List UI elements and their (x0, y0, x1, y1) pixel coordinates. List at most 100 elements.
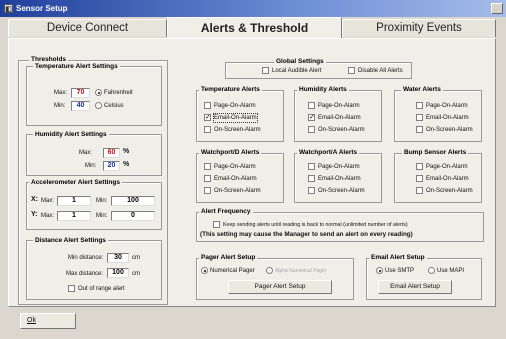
wpd-screen-checkbox[interactable] (204, 187, 211, 194)
ok-button[interactable]: Ok (20, 313, 76, 329)
accel-y-min-field[interactable]: 0 (111, 211, 155, 221)
temp-page-checkbox[interactable] (204, 102, 211, 109)
accel-y-min-label: Min: (96, 213, 108, 219)
bump-page-label: Page-On-Alarm (426, 164, 468, 170)
accel-x-max-label: Max: (41, 198, 55, 204)
smtp-radio[interactable] (376, 267, 383, 274)
wpa-email-checkbox[interactable] (308, 175, 315, 182)
out-of-range-checkbox[interactable] (68, 285, 75, 292)
pager-alert-setup-button[interactable]: Pager Alert Setup (228, 280, 332, 294)
tab-alerts-threshold[interactable]: Alerts & Threshold (167, 17, 342, 38)
accelerometer-settings-group (26, 182, 162, 230)
hum-screen-label: On-Screen-Alarm (318, 127, 365, 133)
accel-y-max-field[interactable]: 1 (57, 211, 91, 221)
email-setup-title: Email Alert Setup (369, 254, 427, 262)
bump-page-checkbox[interactable] (416, 163, 423, 170)
accel-y-max-label: Max: (41, 213, 55, 219)
hum-max-field[interactable]: 60 (103, 148, 120, 158)
max-distance-unit: cm (132, 271, 140, 277)
min-distance-field[interactable]: 30 (107, 253, 129, 263)
wpd-page-label: Page-On-Alarm (214, 164, 256, 170)
ok-label: Ok (27, 317, 36, 324)
temp-screen-checkbox[interactable] (204, 126, 211, 133)
global-settings-title: Global Settings (274, 58, 326, 66)
local-audible-label: Local Audible Alert (272, 68, 322, 74)
temp-max-label: Max: (54, 90, 68, 96)
bump-screen-checkbox[interactable] (416, 187, 423, 194)
bump-email-checkbox[interactable] (416, 175, 423, 182)
hum-page-label: Page-On-Alarm (318, 103, 360, 109)
fahrenheit-radio[interactable] (95, 89, 102, 96)
temperature-settings-group (26, 66, 162, 126)
bump-alerts-title: Bump Sensor Alerts (402, 149, 469, 157)
max-distance-label: Max distance: (66, 271, 104, 277)
tab-proximity-events[interactable]: Proximity Events (342, 19, 496, 37)
keep-sending-checkbox[interactable] (213, 221, 220, 228)
watchport-a-alerts-title: Watchport/A Alerts (297, 149, 360, 157)
email-alert-setup-button[interactable]: Email Alert Setup (378, 280, 452, 294)
disable-all-label: Disable All Alerts (358, 68, 403, 74)
local-audible-checkbox[interactable] (262, 67, 269, 74)
wpa-screen-checkbox[interactable] (308, 187, 315, 194)
mapi-label: Use MAPI (437, 268, 465, 274)
wpa-page-checkbox[interactable] (308, 163, 315, 170)
distance-settings-title: Distance Alert Settings (33, 237, 108, 245)
app-icon: ◧ (4, 4, 13, 13)
numerical-pager-radio[interactable] (201, 267, 208, 274)
wpd-email-checkbox[interactable] (204, 175, 211, 182)
temp-max-field[interactable]: 70 (71, 88, 90, 98)
celsius-radio[interactable] (95, 102, 102, 109)
temp-min-label: Min: (54, 103, 66, 109)
wpd-page-checkbox[interactable] (204, 163, 211, 170)
max-distance-field[interactable]: 100 (107, 268, 129, 278)
alert-frequency-title: Alert Frequency (199, 208, 253, 216)
celsius-label: Celsius (104, 103, 124, 109)
temp-page-label: Page-On-Alarm (214, 103, 256, 109)
hum-email-checkbox[interactable]: ✓ (308, 114, 315, 121)
water-page-label: Page-On-Alarm (426, 103, 468, 109)
temp-email-checkbox[interactable]: ✓ (204, 114, 211, 121)
bump-screen-label: On-Screen-Alarm (426, 188, 473, 194)
temperature-settings-title: Temperature Alert Settings (33, 63, 120, 71)
accelerometer-settings-title: Accelerometer Alert Settings (29, 179, 122, 187)
out-of-range-label: Out of range alert (78, 286, 125, 292)
watchport-d-alerts-title: Watchport/D Alerts (199, 149, 262, 157)
alpha-pager-label: Alpha Numerical Pager (275, 268, 327, 274)
accel-x-min-field[interactable]: 100 (111, 196, 155, 206)
wpa-page-label: Page-On-Alarm (318, 164, 360, 170)
humidity-alerts-title: Humidity Alerts (297, 86, 349, 94)
water-screen-label: On-Screen-Alarm (426, 127, 473, 133)
accel-x-label: X: (31, 196, 38, 203)
hum-screen-checkbox[interactable] (308, 126, 315, 133)
hum-min-label: Min: (85, 163, 97, 169)
hum-max-label: Max: (79, 150, 93, 156)
wpa-screen-label: On-Screen-Alarm (318, 188, 365, 194)
water-alerts-title: Water Alerts (401, 86, 443, 94)
tab-device-connect[interactable]: Device Connect (8, 19, 167, 37)
wpd-screen-label: On-Screen-Alarm (214, 188, 261, 194)
close-button[interactable] (491, 3, 503, 14)
hum-min-field[interactable]: 20 (103, 161, 120, 171)
smtp-label: Use SMTP (385, 268, 415, 274)
window-title: Sensor Setup (16, 4, 68, 13)
temperature-alerts-title: Temperature Alerts (199, 86, 262, 94)
temp-min-field[interactable]: 40 (71, 101, 90, 111)
mapi-radio[interactable] (428, 267, 435, 274)
numerical-pager-label: Numerical Pager (210, 268, 255, 274)
keep-sending-label: Keep sending alerts until reading is bac… (223, 222, 408, 228)
accel-x-min-label: Min: (96, 198, 108, 204)
water-page-checkbox[interactable] (416, 102, 423, 109)
fahrenheit-label: Fahrenheit (104, 90, 133, 96)
water-email-checkbox[interactable] (416, 114, 423, 121)
disable-all-checkbox[interactable] (348, 67, 355, 74)
humidity-settings-title: Humidity Alert Settings (33, 131, 109, 139)
alpha-pager-radio[interactable] (266, 267, 273, 274)
water-email-label: Email-On-Alarm (426, 115, 469, 121)
wpa-email-label: Email-On-Alarm (318, 176, 361, 182)
temp-screen-label: On-Screen-Alarm (214, 127, 261, 133)
hum-page-checkbox[interactable] (308, 102, 315, 109)
hum-max-unit: % (123, 148, 130, 155)
accel-x-max-field[interactable]: 1 (57, 196, 91, 206)
frequency-warning: (This setting may cause the Manager to s… (200, 231, 413, 238)
water-screen-checkbox[interactable] (416, 126, 423, 133)
